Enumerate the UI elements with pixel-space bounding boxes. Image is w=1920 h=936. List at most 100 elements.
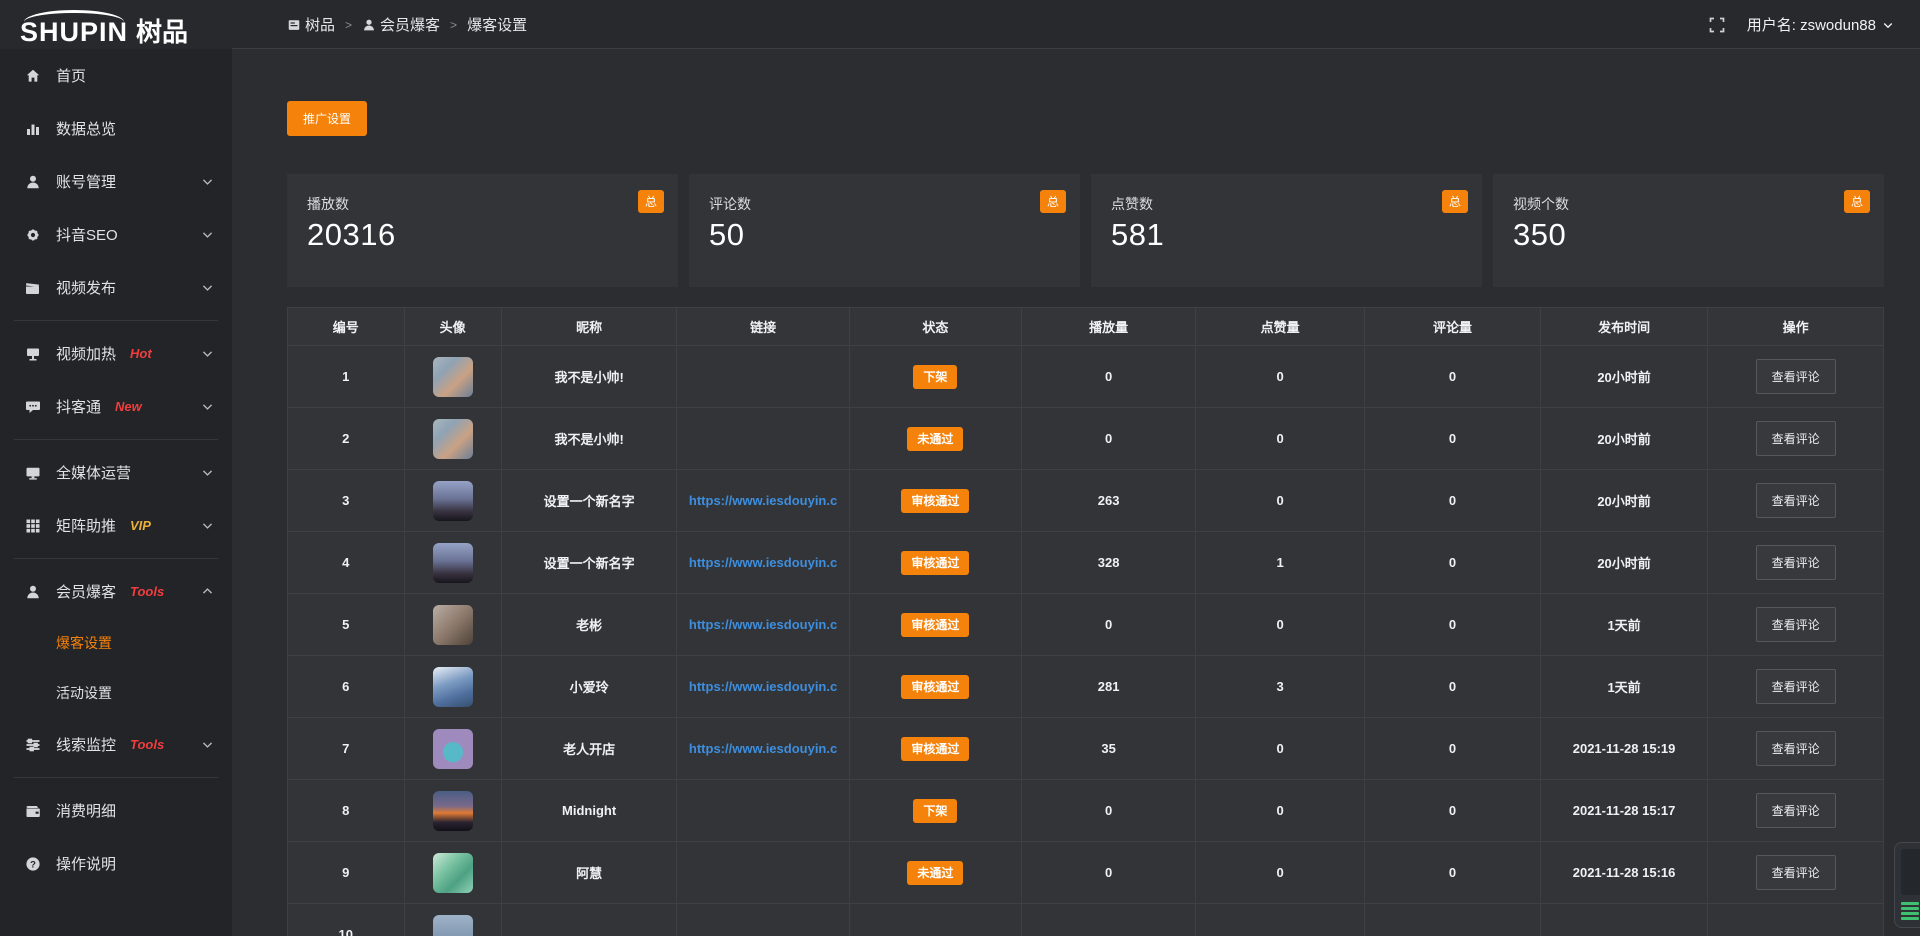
sidebar-subitem-activity-settings[interactable]: 活动设置: [0, 668, 232, 718]
cell-comments: 0: [1365, 346, 1541, 408]
view-comments-button[interactable]: 查看评论: [1756, 669, 1836, 704]
avatar-man-portrait: [433, 605, 473, 645]
chevron-down-icon: [201, 281, 214, 294]
sidebar-item-clue-monitor[interactable]: 线索监控Tools: [0, 718, 232, 771]
stat-card: 点赞数581总: [1091, 174, 1482, 287]
sidebar-item-home[interactable]: 首页: [0, 49, 232, 102]
floating-widget-bars: [1901, 900, 1919, 920]
chevron-down-icon: [201, 400, 214, 413]
sidebar-item-badge: Tools: [130, 584, 164, 599]
sidebar-item-douyin-seo[interactable]: 抖音SEO: [0, 208, 232, 261]
sidebar-item-video-heat[interactable]: 视频加热Hot: [0, 327, 232, 380]
chevron-down-icon: [201, 228, 214, 241]
topbar-right: 用户名: zswodun88: [1709, 0, 1894, 49]
user-icon: [24, 174, 42, 190]
view-comments-button[interactable]: 查看评论: [1756, 793, 1836, 828]
user-menu[interactable]: 用户名: zswodun88: [1747, 14, 1894, 35]
sidebar-subitem-baoke-settings[interactable]: 爆客设置: [0, 618, 232, 668]
view-comments-button[interactable]: 查看评论: [1756, 545, 1836, 580]
table-row: 2我不是小帅!未通过00020小时前查看评论: [288, 408, 1884, 470]
avatar-sunset-sky: [433, 543, 473, 583]
sidebar-item-douketong[interactable]: 抖客通New: [0, 380, 232, 433]
breadcrumb-label: 会员爆客: [380, 14, 440, 35]
cell-status: 审核通过: [849, 594, 1021, 656]
cell-plays: [1022, 904, 1196, 936]
cell-time: 2021-11-28 15:16: [1540, 842, 1708, 904]
view-comments-button[interactable]: 查看评论: [1756, 731, 1836, 766]
cell-avatar: [404, 904, 501, 936]
cell-nickname: 阿慧: [501, 842, 677, 904]
cell-plays: 35: [1022, 718, 1196, 780]
sidebar-item-account-manage[interactable]: 账号管理: [0, 155, 232, 208]
sidebar-item-video-publish[interactable]: 视频发布: [0, 261, 232, 314]
cell-link: [677, 408, 849, 470]
cell-avatar: [404, 656, 501, 718]
cell-action: 查看评论: [1708, 408, 1884, 470]
breadcrumb-item-3[interactable]: 爆客设置: [467, 14, 527, 35]
sidebar-item-matrix-boost[interactable]: 矩阵助推VIP: [0, 499, 232, 552]
video-link[interactable]: https://www.iesdouyin.c: [689, 493, 837, 508]
floating-widget-screen: [1901, 849, 1920, 895]
breadcrumb-item-1[interactable]: 树品: [287, 14, 335, 35]
video-link[interactable]: https://www.iesdouyin.c: [689, 741, 837, 756]
view-comments-button[interactable]: 查看评论: [1756, 483, 1836, 518]
cell-avatar: [404, 780, 501, 842]
sidebar-item-member-baoke[interactable]: 会员爆客Tools: [0, 565, 232, 618]
breadcrumb-separator: >: [450, 18, 457, 32]
view-comments-button[interactable]: 查看评论: [1756, 359, 1836, 394]
fullscreen-icon[interactable]: [1709, 17, 1725, 33]
cell-nickname: Midnight: [501, 780, 677, 842]
cell-plays: 0: [1022, 408, 1196, 470]
sidebar-item-media-operation[interactable]: 全媒体运营: [0, 446, 232, 499]
cell-link: [677, 904, 849, 936]
sliders-icon: [24, 737, 42, 753]
sidebar-item-operation-guide[interactable]: ?操作说明: [0, 837, 232, 890]
cell-status: 审核通过: [849, 718, 1021, 780]
app-logo: SHUPIN 树品: [20, 4, 230, 46]
cell-likes: 0: [1196, 408, 1365, 470]
cell-likes: 0: [1196, 594, 1365, 656]
video-link[interactable]: https://www.iesdouyin.c: [689, 679, 837, 694]
cell-plays: 0: [1022, 842, 1196, 904]
cell-id: 10: [288, 904, 405, 936]
cell-time: 1天前: [1540, 656, 1708, 718]
member-table: 编号头像昵称链接状态播放量点赞量评论量发布时间操作 1我不是小帅!下架00020…: [287, 307, 1884, 936]
cell-likes: 0: [1196, 346, 1365, 408]
sidebar-item-data-overview[interactable]: 数据总览: [0, 102, 232, 155]
table-header-cell: 编号: [288, 308, 405, 346]
cell-comments: 0: [1365, 656, 1541, 718]
cell-link: https://www.iesdouyin.c: [677, 594, 849, 656]
table-header-cell: 点赞量: [1196, 308, 1365, 346]
avatar-sunset-water: [433, 791, 473, 831]
stat-label: 评论数: [709, 194, 1062, 214]
sidebar-item-label: 视频加热: [56, 343, 116, 364]
avatar-boy-selfie: [433, 357, 473, 397]
table-row: 3设置一个新名字https://www.iesdouyin.c审核通过26300…: [288, 470, 1884, 532]
user-icon: [24, 584, 42, 600]
cell-status: 审核通过: [849, 470, 1021, 532]
cell-avatar: [404, 718, 501, 780]
view-comments-button[interactable]: 查看评论: [1756, 855, 1836, 890]
chart-icon: [24, 121, 42, 137]
promo-settings-button[interactable]: 推广设置: [287, 101, 367, 136]
view-comments-button[interactable]: 查看评论: [1756, 421, 1836, 456]
cell-link: https://www.iesdouyin.c: [677, 656, 849, 718]
video-link[interactable]: https://www.iesdouyin.c: [689, 555, 837, 570]
breadcrumb-item-2[interactable]: 会员爆客: [362, 14, 440, 35]
cell-id: 2: [288, 408, 405, 470]
cell-status: 审核通过: [849, 532, 1021, 594]
sidebar-item-consume-detail[interactable]: 消费明细: [0, 784, 232, 837]
table-row: 1我不是小帅!下架00020小时前查看评论: [288, 346, 1884, 408]
floating-widget[interactable]: [1894, 842, 1920, 928]
sidebar-item-label: 数据总览: [56, 118, 116, 139]
view-comments-button[interactable]: 查看评论: [1756, 607, 1836, 642]
cell-comments: 0: [1365, 718, 1541, 780]
video-link[interactable]: https://www.iesdouyin.c: [689, 617, 837, 632]
chevron-down-icon: [201, 347, 214, 360]
chevron-down-icon: [1882, 19, 1894, 31]
cell-comments: 0: [1365, 594, 1541, 656]
sidebar-divider: [14, 439, 218, 440]
username-label: 用户名: zswodun88: [1747, 14, 1876, 35]
cell-link: [677, 346, 849, 408]
cell-action: 查看评论: [1708, 656, 1884, 718]
